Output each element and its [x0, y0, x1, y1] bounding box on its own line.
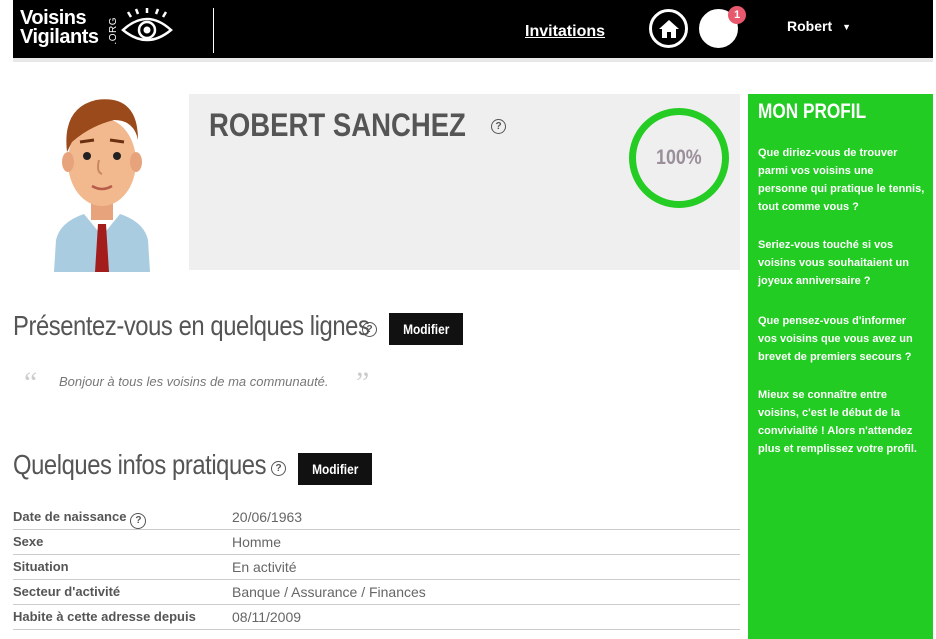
profile-name: ROBERT SANCHEZ	[209, 107, 466, 143]
avatar[interactable]	[50, 90, 154, 272]
nav-invitations-link[interactable]: Invitations	[525, 23, 605, 41]
row-label: Secteur d'activité	[13, 584, 121, 599]
profile-completion-value: 100%	[656, 146, 702, 169]
help-icon[interactable]: ?	[271, 461, 286, 476]
row-value: 08/11/2009	[232, 609, 302, 625]
logo-suffix: .ORG	[108, 17, 119, 45]
help-icon[interactable]: ?	[130, 512, 147, 529]
quote-open-icon: “	[24, 366, 38, 399]
quote-close-icon: ”	[356, 366, 370, 399]
presentation-title: Présentez-vous en quelques lignes	[13, 310, 370, 341]
row-value: Homme	[232, 534, 282, 550]
table-row: Situation En activité	[13, 555, 740, 580]
profile-completion-ring: 100%	[629, 108, 729, 208]
table-row: Sexe Homme	[13, 530, 740, 555]
row-value: 20/06/1963	[232, 509, 303, 525]
row-value: En activité	[232, 559, 297, 575]
row-label: Sexe	[13, 534, 44, 549]
notification-badge: 1	[728, 6, 746, 24]
site-logo[interactable]: Voisins Vigilants .ORG	[20, 7, 119, 48]
presentation-text: Bonjour à tous les voisins de ma communa…	[59, 374, 329, 389]
sidebar-tip: Que pensez-vous d'informer vos voisins q…	[758, 315, 913, 363]
sidebar-tip: Que diriez-vous de trouver parmi vos voi…	[758, 147, 925, 213]
table-row: Date de naissance? 20/06/1963	[13, 505, 740, 530]
home-icon	[658, 19, 679, 38]
profile-header: ROBERT SANCHEZ ? 100%	[189, 94, 740, 270]
edit-infos-button[interactable]: Modifier	[298, 453, 373, 485]
top-header: Voisins Vigilants .ORG Invitations 1 Rob…	[13, 0, 933, 58]
row-value: Banque / Assurance / Finances	[232, 584, 426, 600]
infos-title: Quelques infos pratiques	[13, 449, 267, 480]
table-row: Secteur d'activité Banque / Assurance / …	[13, 580, 740, 605]
table-row: Habite à cette adresse depuis 08/11/2009	[13, 605, 740, 630]
infos-table: Date de naissance? 20/06/1963 Sexe Homme…	[13, 505, 740, 630]
edit-presentation-button[interactable]: Modifier	[389, 313, 464, 345]
user-menu[interactable]: Robert ▼	[787, 18, 851, 34]
header-shadow	[13, 58, 933, 62]
edit-presentation-label: Modifier	[403, 321, 450, 337]
user-name: Robert	[787, 18, 833, 34]
header-divider	[213, 8, 214, 53]
sidebar-tip: Mieux se connaître entre voisins, c'est …	[758, 389, 917, 455]
row-label: Situation	[13, 559, 69, 574]
row-label: Date de naissance?	[13, 509, 147, 529]
row-label: Habite à cette adresse depuis	[13, 609, 196, 624]
sidebar-title: MON PROFIL	[758, 100, 867, 123]
sidebar-tip: Seriez-vous touché si vos voisins vous s…	[758, 239, 909, 287]
home-button[interactable]	[649, 9, 688, 48]
edit-infos-label: Modifier	[312, 461, 359, 477]
help-icon[interactable]: ?	[491, 119, 506, 134]
eye-logo-icon	[121, 8, 173, 42]
chevron-down-icon: ▼	[842, 22, 852, 32]
logo-line1: Voisins	[20, 7, 87, 29]
help-icon[interactable]: ?	[362, 322, 377, 337]
logo-line2: Vigilants	[20, 26, 99, 48]
profile-sidebar: MON PROFIL Que diriez-vous de trouver pa…	[748, 94, 933, 639]
